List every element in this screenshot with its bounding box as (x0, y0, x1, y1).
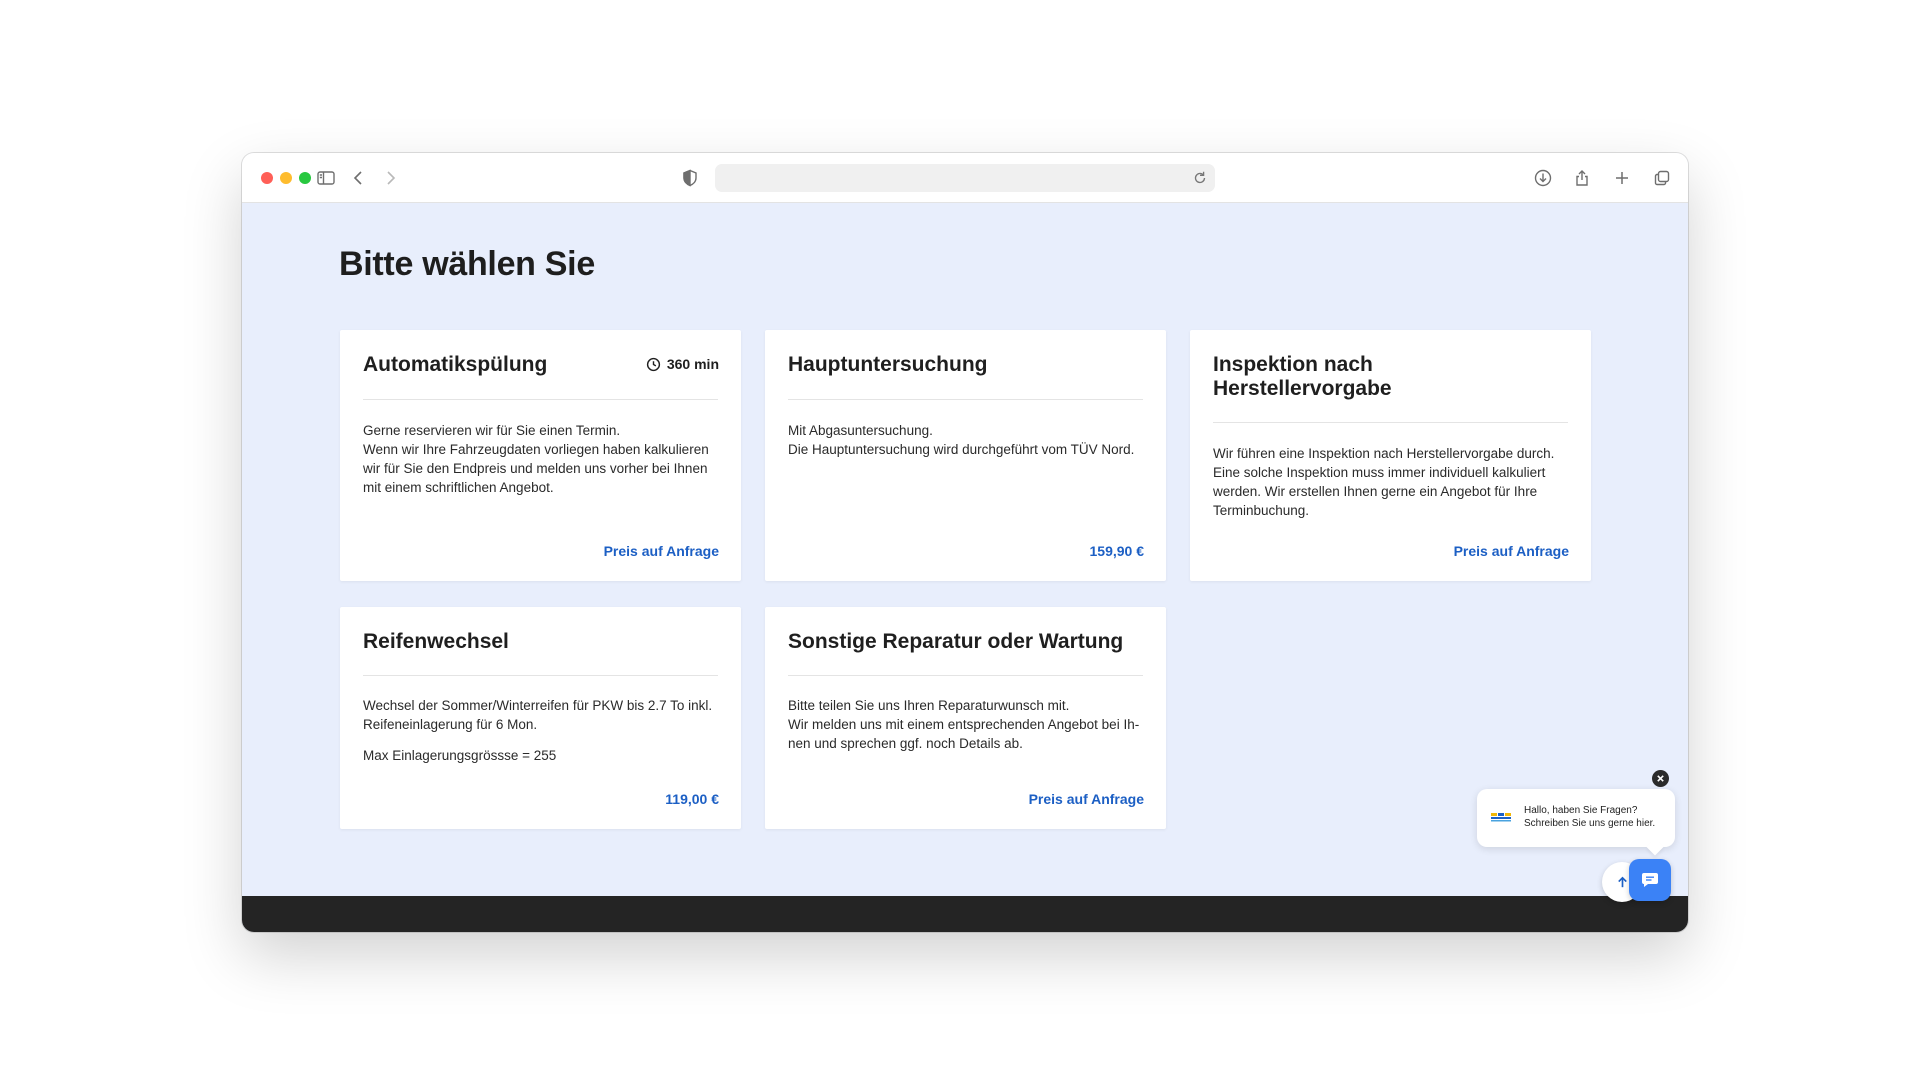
reload-icon[interactable] (1191, 169, 1209, 187)
price-link[interactable]: Preis auf Anfrage (604, 543, 719, 559)
card-title: Sonstige Reparatur oder Wartung (788, 630, 1124, 653)
service-card-inspektion[interactable]: Inspektion nach Herstellervorgabe Wir fü… (1190, 330, 1591, 581)
card-divider (363, 675, 718, 676)
zoom-window-button[interactable] (299, 172, 311, 184)
chat-line: Schreiben Sie uns gerne hier. (1524, 818, 1656, 829)
service-card-sonstige-reparatur[interactable]: Sonstige Reparatur oder Wartung Bitte te… (765, 607, 1166, 829)
chevron-left-icon[interactable] (348, 167, 370, 189)
card-divider (788, 399, 1143, 400)
company-logo (1490, 811, 1512, 823)
price-text[interactable]: 159,90 € (1090, 543, 1145, 559)
card-divider (363, 399, 718, 400)
description-line: mit einem schriftlichen Angebot. (363, 480, 554, 495)
page-title: Bitte wählen Sie (339, 245, 595, 283)
browser-window: Bitte wählen Sie Automatikspülung 360 mi… (242, 153, 1688, 932)
description-line: nen und sprechen ggf. noch Details ab. (788, 736, 1023, 751)
page-footer (242, 896, 1688, 932)
arrow-up-icon (1617, 876, 1627, 887)
close-icon[interactable] (1652, 770, 1669, 787)
chat-line: Hallo, haben Sie Fragen? (1524, 805, 1638, 816)
description-line: Bitte teilen Sie uns Ihren Reparaturwuns… (788, 698, 1070, 713)
minimize-window-button[interactable] (280, 172, 292, 184)
description-line: Wir führen eine Inspektion nach Herstell… (1213, 446, 1555, 461)
description-line: Mit Abgasuntersuchung. (788, 423, 933, 438)
chevron-right-icon[interactable] (379, 167, 401, 189)
description-line: Die Hauptuntersuchung wird durchgeführt … (788, 442, 1135, 457)
plus-icon[interactable] (1611, 167, 1633, 189)
open-chat-button[interactable] (1629, 859, 1671, 901)
chat-greeting-text: Hallo, haben Sie Fragen? Schreiben Sie u… (1524, 804, 1655, 830)
card-title: Hauptuntersuchung (788, 353, 988, 376)
description-line: Gerne reservieren wir für Sie einen Term… (363, 423, 621, 438)
browser-toolbar (242, 153, 1688, 203)
card-divider (1213, 422, 1568, 423)
service-card-hauptuntersuchung[interactable]: Hauptuntersuchung Mit Abgasuntersuchung.… (765, 330, 1166, 581)
duration-text: 360 min (666, 356, 719, 372)
description-line: werden. Wir erstellen Ihnen gerne ein An… (1213, 484, 1538, 499)
download-icon[interactable] (1532, 167, 1554, 189)
chat-icon (1642, 873, 1658, 887)
description-line: Wechsel der Sommer/Winterreifen für PKW … (363, 698, 713, 713)
card-description: Mit Abgasuntersuchung. Die Hauptuntersuc… (788, 421, 1146, 459)
description-line: Wir melden uns mit einem entsprechenden … (788, 717, 1140, 732)
close-window-button[interactable] (261, 172, 273, 184)
description-extra: Max Einlagerungsgrössse = 255 (363, 748, 557, 763)
card-title: Reifenwechsel (363, 630, 509, 653)
card-description: Wechsel der Sommer/Winterreifen für PKW … (363, 696, 721, 765)
description-line: Eine solche Inspektion muss immer indivi… (1213, 465, 1546, 480)
page-content: Bitte wählen Sie Automatikspülung 360 mi… (242, 203, 1688, 896)
card-title: Inspektion nach Herstellervorgabe (1213, 353, 1392, 400)
card-description: Gerne reservieren wir für Sie einen Term… (363, 421, 721, 497)
card-description: Wir führen eine Inspektion nach Herstell… (1213, 444, 1571, 520)
card-description: Bitte teilen Sie uns Ihren Reparaturwuns… (788, 696, 1146, 753)
description-line: Terminbuchung. (1213, 503, 1310, 518)
duration-badge: 360 min (646, 356, 719, 372)
shield-icon[interactable] (679, 167, 701, 189)
sidebar-icon[interactable] (315, 167, 337, 189)
description-line: Wenn wir Ihre Fahrzeugdaten vorliegen ha… (363, 442, 709, 457)
address-bar[interactable] (715, 164, 1215, 192)
share-icon[interactable] (1571, 167, 1593, 189)
service-card-automatikspuelung[interactable]: Automatikspülung 360 min Gerne reservier… (340, 330, 741, 581)
description-line: Reifeneinlagerung für 6 Mon. (363, 717, 538, 732)
card-divider (788, 675, 1143, 676)
tabs-icon[interactable] (1651, 167, 1673, 189)
clock-icon (646, 357, 660, 371)
chat-greeting-bubble[interactable]: Hallo, haben Sie Fragen? Schreiben Sie u… (1477, 789, 1675, 847)
service-card-reifenwechsel[interactable]: Reifenwechsel Wechsel der Sommer/Winterr… (340, 607, 741, 829)
card-title: Automatikspülung (363, 353, 548, 376)
price-link[interactable]: Preis auf Anfrage (1029, 791, 1144, 807)
price-text[interactable]: 119,00 € (665, 791, 719, 807)
description-line: wir für Sie den Endpreis und melden uns … (363, 461, 708, 476)
price-link[interactable]: Preis auf Anfrage (1454, 543, 1569, 559)
